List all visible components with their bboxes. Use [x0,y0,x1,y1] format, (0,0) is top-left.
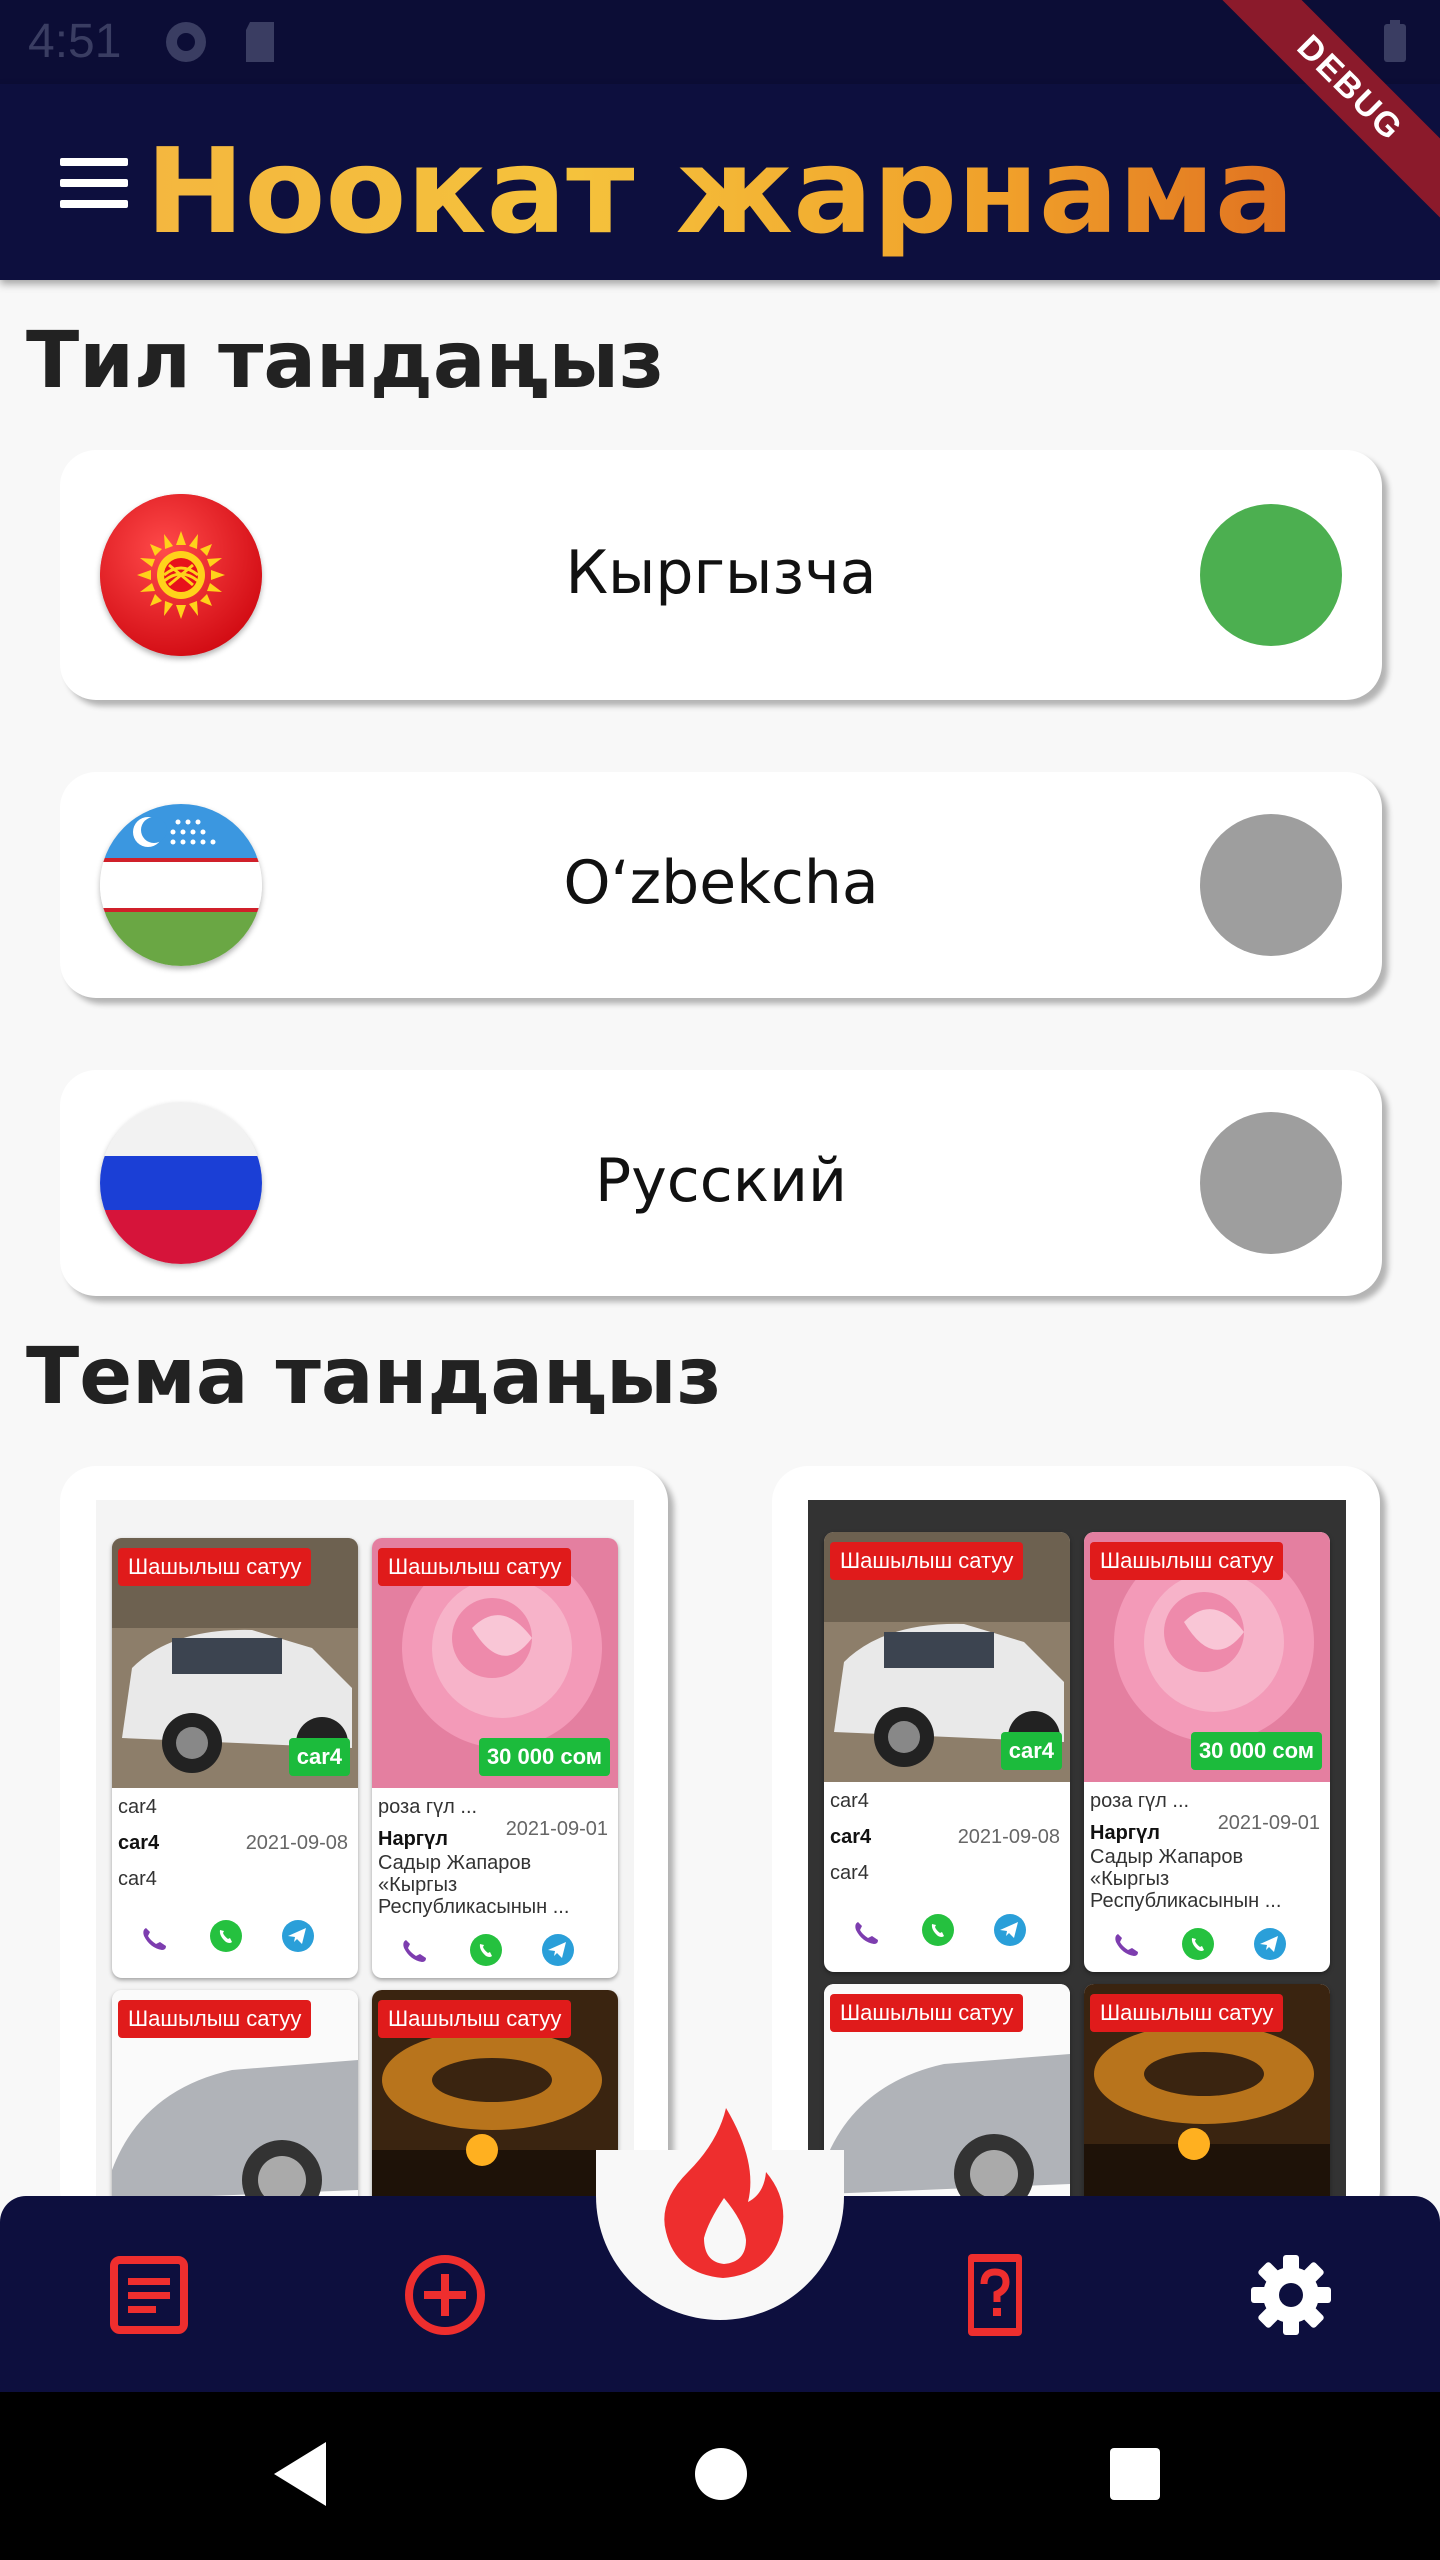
app-bar: Ноокат жарнама [0,84,1440,280]
battery-icon [1384,20,1406,62]
language-label: Русский [595,1146,847,1216]
dark-theme-preview: Шашылыш сатуу car4 car4 car4 2021-09-08 … [808,1500,1346,2226]
language-option-uzbek[interactable]: Oʻzbekcha [60,772,1382,998]
status-time: 4:51 [28,15,122,68]
sale-badge: Шашылыш сатуу [378,2000,572,2038]
language-label: Кыргызча [565,538,877,608]
light-theme-preview: Шашылыш сатуу car4 car4 car4 2021-09-08 … [96,1500,634,2226]
ad-title: car4 [830,1790,869,1812]
data-saver-icon [166,22,206,62]
help-icon[interactable] [950,2250,1040,2340]
language-option-kyrgyz[interactable]: Кыргызча [60,450,1382,700]
telegram-icon [1254,1928,1286,1960]
ad-author: Наргүл [378,1828,448,1850]
ad-title: роза гүл ... [1090,1790,1190,1812]
sale-badge: Шашылыш сатуу [118,1548,312,1586]
ad-author: Наргүл [1090,1822,1160,1844]
whatsapp-icon [470,1934,502,1966]
recents-icon[interactable] [1108,2440,1162,2508]
preview-ad-card: Шашылыш сатуу [1084,1984,1330,2226]
radio-unselected[interactable] [1200,814,1342,956]
fire-icon[interactable] [648,2102,798,2282]
whatsapp-icon [1182,1928,1214,1960]
sale-badge: Шашылыш сатуу [1090,1994,1284,2032]
system-navigation-bar [0,2392,1440,2560]
price-badge: car4 [288,1738,350,1776]
theme-option-light[interactable]: Шашылыш сатуу car4 car4 car4 2021-09-08 … [60,1466,668,2226]
sd-card-icon [246,22,274,62]
preview-ad-card: Шашылыш сатуу [112,1990,358,2226]
sale-badge: Шашылыш сатуу [118,2000,312,2038]
list-icon[interactable] [104,2250,194,2340]
sale-badge: Шашылыш сатуу [830,1994,1024,2032]
ad-desc: Садыр Жапаров «Кыргыз Республикасынын ..… [378,1852,570,1918]
language-option-russian[interactable]: Русский [60,1070,1382,1296]
add-circle-icon[interactable] [400,2250,490,2340]
language-section-title: Тил тандаңыз [26,316,665,406]
gear-icon[interactable] [1246,2250,1336,2340]
sale-badge: Шашылыш сатуу [830,1542,1024,1580]
language-label: Oʻzbekcha [563,848,879,918]
preview-ad-card: Шашылыш сатуу [372,1990,618,2226]
telegram-icon [542,1934,574,1966]
theme-option-dark[interactable]: Шашылыш сатуу car4 car4 car4 2021-09-08 … [772,1466,1380,2226]
ad-author: car4 [118,1832,160,1854]
ad-date: 2021-09-01 [505,1818,608,1840]
viber-icon [403,1940,426,1962]
ad-title: car4 [118,1796,157,1818]
preview-ad-card: Шашылыш сатуу [824,1984,1070,2226]
status-bar: 4:51 [0,0,1440,84]
ad-desc: Садыр Жапаров «Кыргыз Республикасынын ..… [1090,1846,1282,1912]
app-title: Ноокат жарнама [0,122,1440,260]
preview-ad-card: Шашылыш сатуу 30 000 сом роза гүл ... На… [1084,1532,1330,1972]
ad-date: 2021-09-08 [245,1832,348,1854]
radio-selected[interactable] [1200,504,1342,646]
viber-icon [143,1928,166,1950]
ad-author: car4 [830,1826,872,1848]
preview-ad-card: Шашылыш сатуу 30 000 сом роза гүл ... На… [372,1538,618,1978]
preview-ad-card: Шашылыш сатуу car4 car4 car4 2021-09-08 … [824,1532,1070,1972]
home-icon[interactable] [694,2440,748,2508]
telegram-icon [282,1920,314,1952]
price-badge: car4 [1000,1732,1062,1770]
back-icon[interactable] [270,2440,330,2508]
ad-title: роза гүл ... [378,1796,478,1818]
whatsapp-icon [210,1920,242,1952]
sale-badge: Шашылыш сатуу [378,1548,572,1586]
viber-icon [1115,1934,1138,1956]
telegram-icon [994,1914,1026,1946]
ad-desc: car4 [118,1868,157,1890]
whatsapp-icon [922,1914,954,1946]
ad-date: 2021-09-08 [957,1826,1060,1848]
radio-unselected[interactable] [1200,1112,1342,1254]
ad-date: 2021-09-01 [1217,1812,1320,1834]
ad-desc: car4 [830,1862,869,1884]
viber-icon [855,1922,878,1944]
preview-ad-card: Шашылыш сатуу car4 car4 car4 2021-09-08 … [112,1538,358,1978]
price-badge: 30 000 сом [1190,1732,1322,1770]
sale-badge: Шашылыш сатуу [1090,1542,1284,1580]
price-badge: 30 000 сом [478,1738,610,1776]
theme-section-title: Тема тандаңыз [26,1332,722,1422]
